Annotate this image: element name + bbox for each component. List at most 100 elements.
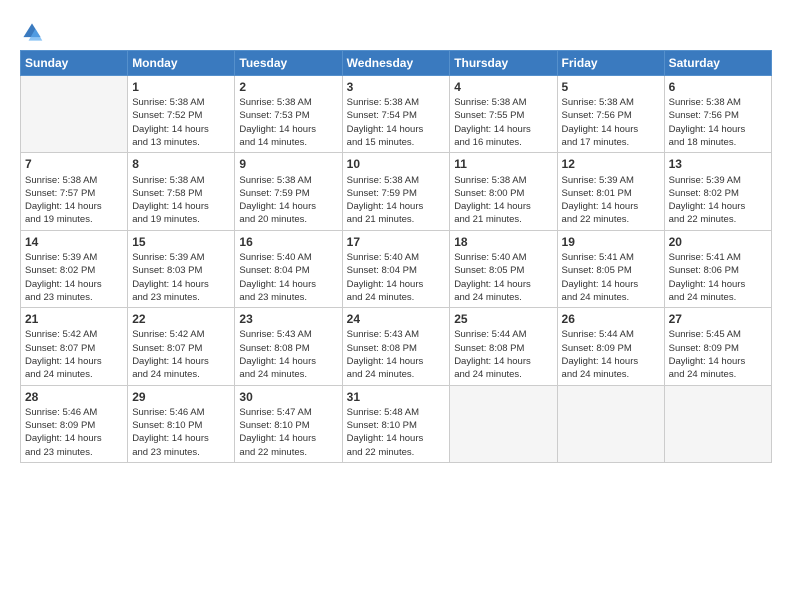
- calendar-cell: [21, 76, 128, 153]
- day-info: Sunrise: 5:38 AM Sunset: 7:54 PM Dayligh…: [347, 96, 446, 149]
- day-number: 30: [239, 389, 337, 405]
- calendar-cell: 6Sunrise: 5:38 AM Sunset: 7:56 PM Daylig…: [664, 76, 771, 153]
- day-number: 12: [562, 156, 660, 172]
- calendar-cell: 1Sunrise: 5:38 AM Sunset: 7:52 PM Daylig…: [128, 76, 235, 153]
- calendar-week-5: 28Sunrise: 5:46 AM Sunset: 8:09 PM Dayli…: [21, 385, 772, 462]
- day-info: Sunrise: 5:38 AM Sunset: 7:52 PM Dayligh…: [132, 96, 230, 149]
- logo-icon: [20, 20, 44, 44]
- calendar-cell: 13 Sunrise: 5:39 AM Sunset: 8:02 PM Dayli…: [664, 153, 771, 230]
- day-number: 22: [132, 311, 230, 327]
- calendar-week-2: 7 Sunrise: 5:38 AM Sunset: 7:57 PM Daylig…: [21, 153, 772, 230]
- day-number: 9: [239, 156, 337, 172]
- calendar-cell: 31Sunrise: 5:48 AM Sunset: 8:10 PM Dayli…: [342, 385, 450, 462]
- calendar-cell: 11Sunrise: 5:38 AM Sunset: 8:00 PM Dayli…: [450, 153, 557, 230]
- calendar-cell: 3Sunrise: 5:38 AM Sunset: 7:54 PM Daylig…: [342, 76, 450, 153]
- day-number: 2: [239, 79, 337, 95]
- calendar-cell: 15Sunrise: 5:39 AM Sunset: 8:03 PM Dayli…: [128, 230, 235, 307]
- day-info: Sunrise: 5:43 AM Sunset: 8:08 PM Dayligh…: [347, 328, 446, 381]
- day-info: Sunrise: 5:40 AM Sunset: 8:05 PM Dayligh…: [454, 251, 552, 304]
- calendar-week-1: 1Sunrise: 5:38 AM Sunset: 7:52 PM Daylig…: [21, 76, 772, 153]
- calendar-table: SundayMondayTuesdayWednesdayThursdayFrid…: [20, 50, 772, 463]
- calendar-cell: 23Sunrise: 5:43 AM Sunset: 8:08 PM Dayli…: [235, 308, 342, 385]
- calendar-cell: 19Sunrise: 5:41 AM Sunset: 8:05 PM Dayli…: [557, 230, 664, 307]
- day-number: 28: [25, 389, 123, 405]
- weekday-header-sunday: Sunday: [21, 51, 128, 76]
- day-number: 8: [132, 156, 230, 172]
- day-info: Sunrise: 5:42 AM Sunset: 8:07 PM Dayligh…: [25, 328, 123, 381]
- day-number: 7: [25, 156, 123, 172]
- calendar-cell: [557, 385, 664, 462]
- day-number: 13: [669, 156, 767, 172]
- calendar-cell: 4Sunrise: 5:38 AM Sunset: 7:55 PM Daylig…: [450, 76, 557, 153]
- day-info: Sunrise: 5:44 AM Sunset: 8:09 PM Dayligh…: [562, 328, 660, 381]
- calendar-cell: 20Sunrise: 5:41 AM Sunset: 8:06 PM Dayli…: [664, 230, 771, 307]
- day-info: Sunrise: 5:39 AM Sunset: 8:02 PM Dayligh…: [669, 174, 767, 227]
- weekday-header-wednesday: Wednesday: [342, 51, 450, 76]
- day-info: Sunrise: 5:43 AM Sunset: 8:08 PM Dayligh…: [239, 328, 337, 381]
- weekday-header-saturday: Saturday: [664, 51, 771, 76]
- day-info: Sunrise: 5:47 AM Sunset: 8:10 PM Dayligh…: [239, 406, 337, 459]
- calendar-cell: 12 Sunrise: 5:39 AM Sunset: 8:01 PM Dayli…: [557, 153, 664, 230]
- calendar-cell: 9Sunrise: 5:38 AM Sunset: 7:59 PM Daylig…: [235, 153, 342, 230]
- day-info: Sunrise: 5:41 AM Sunset: 8:05 PM Dayligh…: [562, 251, 660, 304]
- day-number: 4: [454, 79, 552, 95]
- day-info: Sunrise: 5:38 AM Sunset: 7:55 PM Dayligh…: [454, 96, 552, 149]
- day-info: Sunrise: 5:46 AM Sunset: 8:09 PM Dayligh…: [25, 406, 123, 459]
- day-info: Sunrise: 5:42 AM Sunset: 8:07 PM Dayligh…: [132, 328, 230, 381]
- weekday-header-thursday: Thursday: [450, 51, 557, 76]
- calendar-cell: [664, 385, 771, 462]
- day-number: 31: [347, 389, 446, 405]
- weekday-header-monday: Monday: [128, 51, 235, 76]
- calendar-week-4: 21Sunrise: 5:42 AM Sunset: 8:07 PM Dayli…: [21, 308, 772, 385]
- weekday-header-friday: Friday: [557, 51, 664, 76]
- calendar-cell: 21Sunrise: 5:42 AM Sunset: 8:07 PM Dayli…: [21, 308, 128, 385]
- day-info: Sunrise: 5:38 AM Sunset: 7:56 PM Dayligh…: [669, 96, 767, 149]
- logo: [20, 20, 46, 44]
- day-info: Sunrise: 5:40 AM Sunset: 8:04 PM Dayligh…: [239, 251, 337, 304]
- day-info: Sunrise: 5:39 AM Sunset: 8:01 PM Dayligh…: [562, 174, 660, 227]
- day-number: 14: [25, 234, 123, 250]
- day-info: Sunrise: 5:46 AM Sunset: 8:10 PM Dayligh…: [132, 406, 230, 459]
- day-info: Sunrise: 5:39 AM Sunset: 8:02 PM Dayligh…: [25, 251, 123, 304]
- day-info: Sunrise: 5:45 AM Sunset: 8:09 PM Dayligh…: [669, 328, 767, 381]
- calendar-cell: 22Sunrise: 5:42 AM Sunset: 8:07 PM Dayli…: [128, 308, 235, 385]
- day-number: 20: [669, 234, 767, 250]
- day-info: Sunrise: 5:39 AM Sunset: 8:03 PM Dayligh…: [132, 251, 230, 304]
- weekday-header-tuesday: Tuesday: [235, 51, 342, 76]
- calendar-cell: 25Sunrise: 5:44 AM Sunset: 8:08 PM Dayli…: [450, 308, 557, 385]
- calendar-cell: 7 Sunrise: 5:38 AM Sunset: 7:57 PM Daylig…: [21, 153, 128, 230]
- day-number: 26: [562, 311, 660, 327]
- day-number: 18: [454, 234, 552, 250]
- header: [20, 16, 772, 44]
- day-info: Sunrise: 5:38 AM Sunset: 7:58 PM Dayligh…: [132, 174, 230, 227]
- day-info: Sunrise: 5:38 AM Sunset: 7:53 PM Dayligh…: [239, 96, 337, 149]
- day-number: 5: [562, 79, 660, 95]
- calendar-cell: 27Sunrise: 5:45 AM Sunset: 8:09 PM Dayli…: [664, 308, 771, 385]
- calendar-cell: 29Sunrise: 5:46 AM Sunset: 8:10 PM Dayli…: [128, 385, 235, 462]
- day-number: 11: [454, 156, 552, 172]
- day-number: 21: [25, 311, 123, 327]
- day-number: 6: [669, 79, 767, 95]
- day-number: 25: [454, 311, 552, 327]
- calendar-cell: 30Sunrise: 5:47 AM Sunset: 8:10 PM Dayli…: [235, 385, 342, 462]
- calendar-week-3: 14Sunrise: 5:39 AM Sunset: 8:02 PM Dayli…: [21, 230, 772, 307]
- calendar-cell: [450, 385, 557, 462]
- day-number: 10: [347, 156, 446, 172]
- calendar-cell: 17Sunrise: 5:40 AM Sunset: 8:04 PM Dayli…: [342, 230, 450, 307]
- day-info: Sunrise: 5:44 AM Sunset: 8:08 PM Dayligh…: [454, 328, 552, 381]
- day-info: Sunrise: 5:38 AM Sunset: 7:56 PM Dayligh…: [562, 96, 660, 149]
- page: SundayMondayTuesdayWednesdayThursdayFrid…: [0, 0, 792, 612]
- day-info: Sunrise: 5:48 AM Sunset: 8:10 PM Dayligh…: [347, 406, 446, 459]
- calendar-cell: 28Sunrise: 5:46 AM Sunset: 8:09 PM Dayli…: [21, 385, 128, 462]
- day-info: Sunrise: 5:38 AM Sunset: 7:57 PM Dayligh…: [25, 174, 123, 227]
- day-number: 1: [132, 79, 230, 95]
- day-info: Sunrise: 5:41 AM Sunset: 8:06 PM Dayligh…: [669, 251, 767, 304]
- calendar-cell: 8 Sunrise: 5:38 AM Sunset: 7:58 PM Daylig…: [128, 153, 235, 230]
- day-number: 29: [132, 389, 230, 405]
- day-number: 27: [669, 311, 767, 327]
- calendar-cell: 14Sunrise: 5:39 AM Sunset: 8:02 PM Dayli…: [21, 230, 128, 307]
- day-number: 3: [347, 79, 446, 95]
- calendar-cell: 2Sunrise: 5:38 AM Sunset: 7:53 PM Daylig…: [235, 76, 342, 153]
- day-number: 15: [132, 234, 230, 250]
- day-number: 24: [347, 311, 446, 327]
